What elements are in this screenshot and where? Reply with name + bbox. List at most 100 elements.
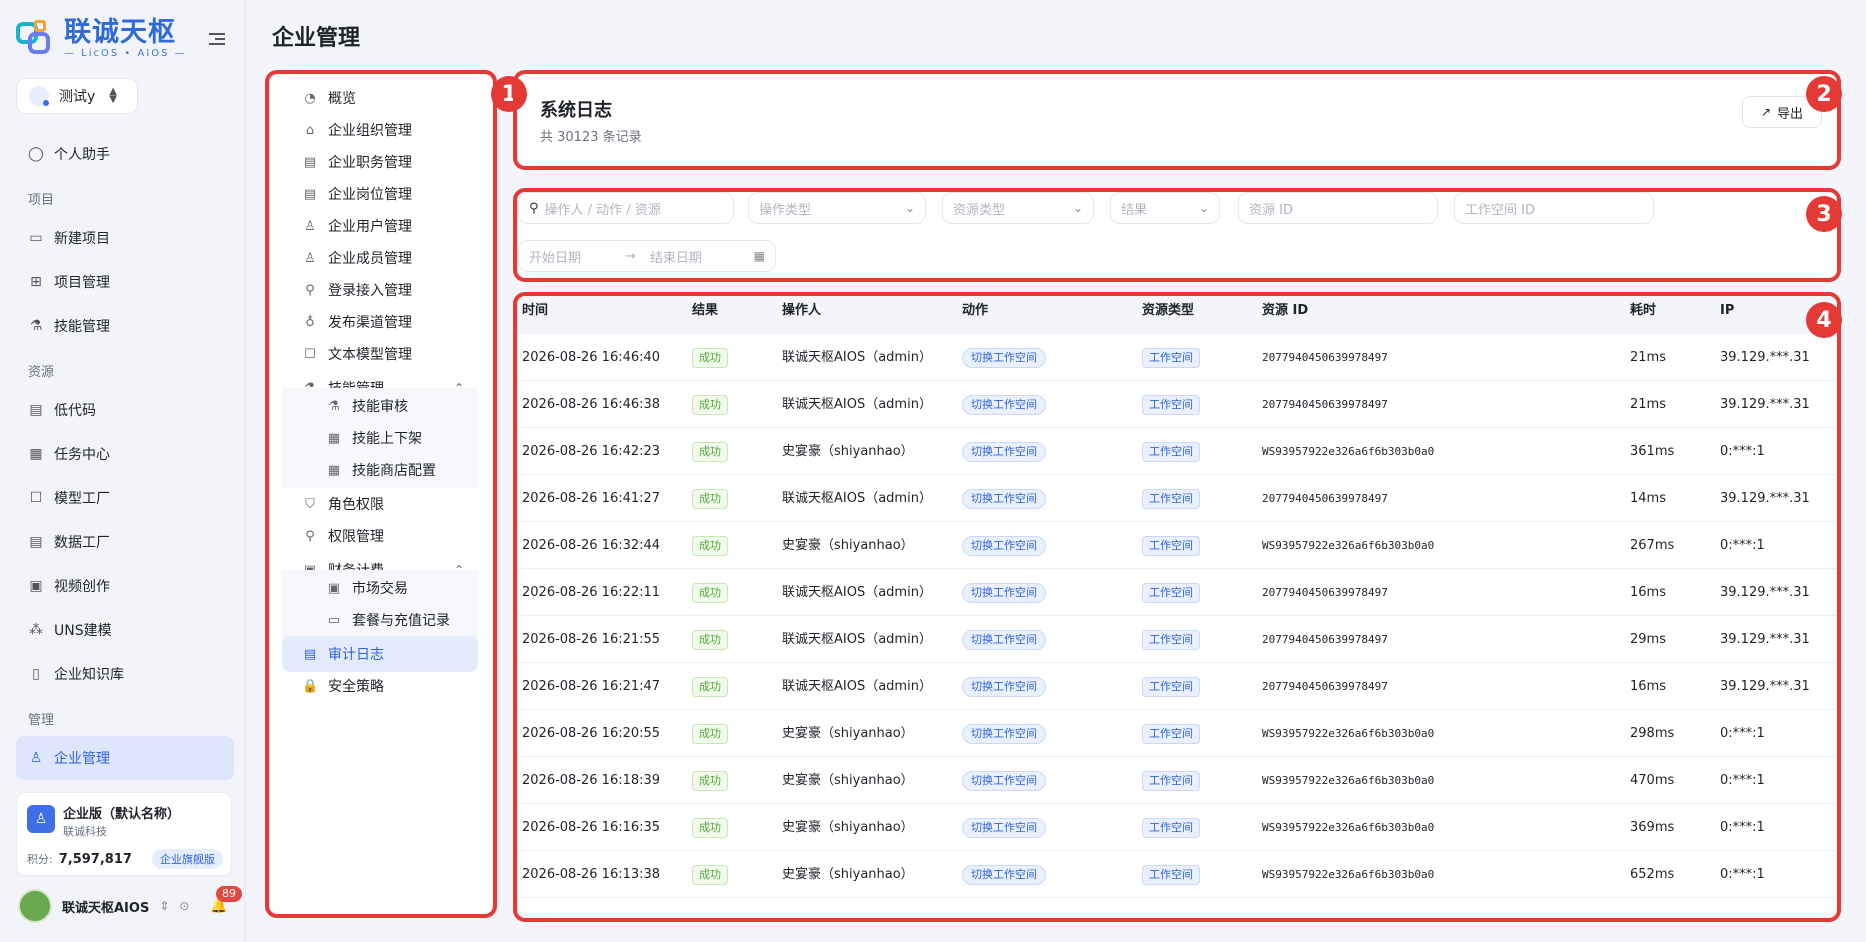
export-label: 导出 (1777, 106, 1804, 122)
nav-label: 视频创作 (54, 579, 110, 595)
circle-chevron-icon[interactable]: ⊙ (179, 899, 189, 913)
global-sidebar: 联诚天枢 — LicOS • AIOS — 测试y ▲ ▼ ◯ 个人助手 项目 ▭ 新… (0, 0, 246, 942)
table-row[interactable]: 2026-08-26 16:41:27 成功 联诚天枢AIOS（admin） 切换工作… (518, 475, 1836, 522)
menu-post[interactable]: ▤ 企业岗位管理 (282, 176, 478, 212)
menu-packages[interactable]: ▭ 套餐与充值记录 (282, 602, 478, 638)
nav-item-task-center[interactable]: ▦ 任务中心 (16, 432, 234, 476)
menu-security[interactable]: 🔒 安全策略 (282, 668, 478, 704)
nav-item-data-factory[interactable]: ▤ 数据工厂 (16, 520, 234, 564)
menu-text-model[interactable]: ☐ 文本模型管理 (282, 336, 478, 372)
menu-members[interactable]: ♙ 企业成员管理 (282, 240, 478, 276)
nav-item-enterprise[interactable]: ♙ 企业管理 (16, 736, 234, 780)
nav-item-uns[interactable]: ⁂ UNS建模 (16, 608, 234, 652)
cell-action: 切换工作空间 (962, 475, 1046, 522)
input-placeholder: 工作空间 ID (1465, 202, 1535, 218)
doc-icon: ▤ (303, 154, 317, 170)
workspace-selector[interactable]: 测试y ▲ ▼ (16, 78, 138, 114)
nav-item-knowledge-base[interactable]: ▯ 企业知识库 (16, 652, 234, 696)
table-row[interactable]: 2026-08-26 16:13:38 成功 史宴豪（shiyanhao） 切换工作空… (518, 851, 1836, 898)
table-row[interactable]: 2026-08-26 16:21:55 成功 联诚天枢AIOS（admin） 切换工作… (518, 616, 1836, 663)
collapse-sidebar-icon[interactable] (205, 30, 225, 48)
menu-channel[interactable]: ♁ 发布渠道管理 (282, 304, 478, 340)
table-row[interactable]: 2026-08-26 16:18:39 成功 史宴豪（shiyanhao） 切换工作空… (518, 757, 1836, 804)
menu-perm[interactable]: ⚲ 权限管理 (282, 518, 478, 554)
nav-item-project-mgmt[interactable]: ⊞ 项目管理 (16, 260, 234, 304)
menu-org[interactable]: ⌂ 企业组织管理 (282, 112, 478, 148)
table-row[interactable]: 2026-08-26 16:46:40 成功 联诚天枢AIOS（admin） 切换工作… (518, 334, 1836, 381)
org-points: 积分: 7,597,817 (27, 851, 132, 867)
menu-market[interactable]: ▣ 市场交易 (282, 570, 478, 606)
nav-item-new-project[interactable]: ▭ 新建项目 (16, 216, 234, 260)
menu-duty[interactable]: ▤ 企业职务管理 (282, 144, 478, 180)
menu-skill-store[interactable]: ▦ 技能商店配置 (282, 452, 478, 488)
col-time[interactable]: 时间 (522, 296, 548, 334)
cell-time: 2026-08-26 16:42:23 (522, 444, 661, 459)
end-date[interactable]: 结束日期 (650, 247, 702, 266)
status-badge: 成功 (692, 489, 728, 509)
table-row[interactable]: 2026-08-26 16:32:44 成功 史宴豪（shiyanhao） 切换工作空… (518, 522, 1836, 569)
workspace-id-input[interactable]: 工作空间 ID (1454, 192, 1654, 224)
resource-type-tag: 工作空间 (1142, 677, 1200, 697)
col-res-id[interactable]: 资源 ID (1262, 296, 1308, 334)
table-row[interactable]: 2026-08-26 16:46:38 成功 联诚天枢AIOS（admin） 切换工作… (518, 381, 1836, 428)
col-duration[interactable]: 耗时 (1630, 296, 1656, 334)
nav-label: 技能管理 (54, 319, 110, 335)
col-operator[interactable]: 操作人 (782, 296, 821, 334)
menu-label: 概览 (328, 91, 356, 107)
members-icon: ♙ (304, 250, 316, 266)
page-title: 企业管理 (272, 26, 361, 51)
col-res-type[interactable]: 资源类型 (1142, 296, 1194, 334)
result-select[interactable]: 结果 ⌄ (1110, 192, 1220, 224)
table-row[interactable]: 2026-08-26 16:21:47 成功 联诚天枢AIOS（admin） 切换工作… (518, 663, 1836, 710)
nav-item-video[interactable]: ▣ 视频创作 (16, 564, 234, 608)
menu-skill-shelf[interactable]: ▦ 技能上下架 (282, 420, 478, 456)
start-date[interactable]: 开始日期 (529, 247, 581, 266)
user-avatar[interactable] (18, 889, 52, 923)
cell-res-type: 工作空间 (1142, 428, 1200, 475)
user-row[interactable]: 联诚天枢AIOS ⇕ ⊙ 🔔 89 (18, 886, 242, 924)
updown-chevron-icon[interactable]: ⇕ (159, 899, 169, 913)
cell-duration: 652ms (1630, 867, 1675, 882)
chevron-down-icon: ⌄ (904, 201, 915, 215)
table-row[interactable]: 2026-08-26 16:16:35 成功 史宴豪（shiyanhao） 切换工作空… (518, 804, 1836, 851)
chat-icon: ◯ (28, 146, 44, 162)
org-card[interactable]: ♙ 企业版（默认名称） 联诚科技 积分: 7,597,817 企业旗舰版 (16, 792, 232, 876)
nav-label: 新建项目 (54, 231, 110, 247)
search-input[interactable]: ⚲ 操作人 / 动作 / 资源 (518, 192, 734, 224)
cell-ip: 0:***:1 (1720, 726, 1765, 741)
table-row[interactable]: 2026-08-26 16:22:11 成功 联诚天枢AIOS（admin） 切换工作… (518, 569, 1836, 616)
resource-id-input[interactable]: 资源 ID (1238, 192, 1438, 224)
menu-roles[interactable]: ⛉ 角色权限 (282, 486, 478, 522)
op-type-select[interactable]: 操作类型 ⌄ (748, 192, 926, 224)
grid-icon: ⊞ (30, 274, 42, 290)
nav-section-admin: 管理 (28, 713, 55, 728)
menu-audit[interactable]: ▤ 审计日志 (282, 636, 478, 672)
menu-overview[interactable]: ◔ 概览 (282, 80, 478, 116)
menu-login[interactable]: ⚲ 登录接入管理 (282, 272, 478, 308)
res-type-select[interactable]: 资源类型 ⌄ (942, 192, 1094, 224)
annotation-number-4: 4 (1806, 302, 1842, 338)
nav-item-assistant[interactable]: ◯ 个人助手 (16, 132, 234, 176)
col-ip[interactable]: IP (1720, 296, 1734, 334)
col-action[interactable]: 动作 (962, 296, 988, 334)
date-range-picker[interactable]: 开始日期 → 结束日期 ▦ (518, 240, 776, 272)
nav-item-lowcode[interactable]: ▤ 低代码 (16, 388, 234, 432)
status-badge: 成功 (692, 771, 728, 791)
gauge-icon: ◔ (304, 90, 316, 106)
table-row[interactable]: 2026-08-26 16:20:55 成功 史宴豪（shiyanhao） 切换工作空… (518, 710, 1836, 757)
status-badge: 成功 (692, 395, 728, 415)
nav-item-skill-mgmt[interactable]: ⚗ 技能管理 (16, 304, 234, 348)
cell-duration: 21ms (1630, 350, 1666, 365)
menu-skill-review[interactable]: ⚗ 技能审核 (282, 388, 478, 424)
cell-res-type: 工作空间 (1142, 663, 1200, 710)
app-logo[interactable]: 联诚天枢 — LicOS • AIOS — (14, 16, 187, 60)
cell-operator: 联诚天枢AIOS（admin） (782, 350, 932, 365)
workspace-name: 测试y (59, 89, 96, 105)
audit-icon: ▤ (303, 646, 317, 662)
cell-time: 2026-08-26 16:46:38 (522, 397, 661, 412)
action-tag: 切换工作空间 (962, 442, 1046, 462)
table-row[interactable]: 2026-08-26 16:42:23 成功 史宴豪（shiyanhao） 切换工作空… (518, 428, 1836, 475)
col-result[interactable]: 结果 (692, 296, 718, 334)
nav-item-model-factory[interactable]: ☐ 模型工厂 (16, 476, 234, 520)
menu-users[interactable]: ♙ 企业用户管理 (282, 208, 478, 244)
